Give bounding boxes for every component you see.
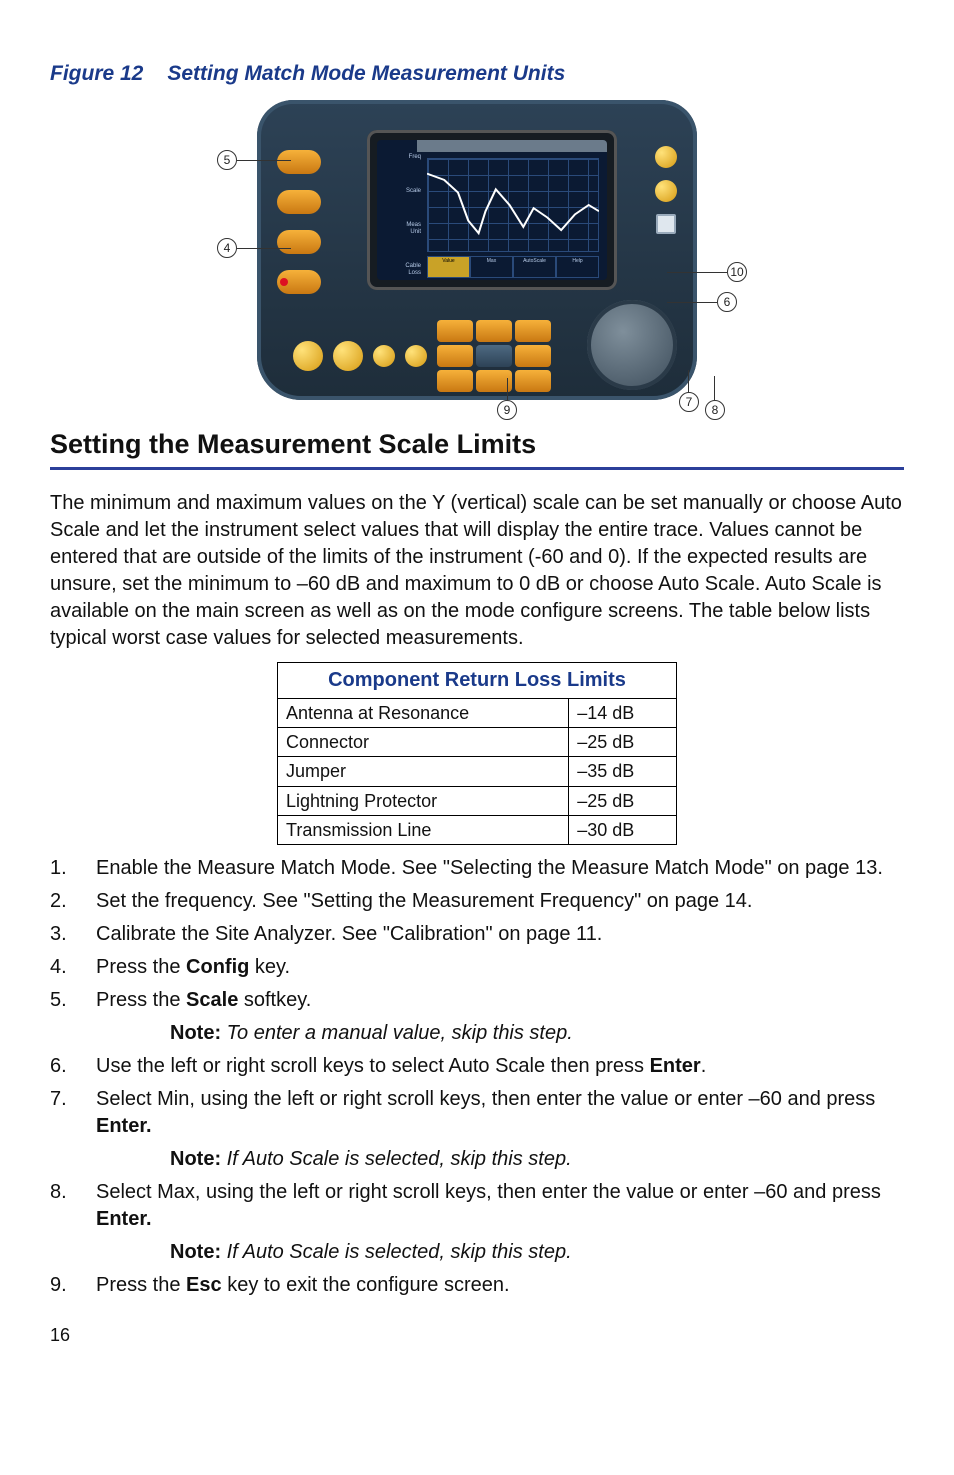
table-row: Lightning Protector–25 dB	[278, 786, 677, 815]
step-1: Enable the Measure Match Mode. See "Sele…	[50, 855, 904, 882]
callout-5: 5	[217, 150, 237, 170]
note-1: Note: To enter a manual value, skip this…	[170, 1020, 904, 1047]
callout-8: 8	[705, 400, 725, 420]
note-text: If Auto Scale is selected, skip this ste…	[227, 1241, 572, 1263]
softkey-4	[277, 270, 321, 294]
note-3: Note: If Auto Scale is selected, skip th…	[170, 1239, 904, 1266]
round-key-2	[333, 341, 363, 371]
callout-4: 4	[217, 238, 237, 258]
step-4: Press the Config key.	[50, 954, 904, 981]
round-key-3	[373, 345, 395, 367]
step-5: Press the Scale softkey.	[50, 987, 904, 1014]
figure-caption: Figure 12 Setting Match Mode Measurement …	[50, 60, 904, 88]
figure-title: Setting Match Mode Measurement Units	[167, 62, 565, 85]
callout-6: 6	[717, 292, 737, 312]
page-number: 16	[50, 1323, 904, 1347]
device-illustration: Freq Scale MeasUnit CableLoss Value Max …	[50, 100, 904, 420]
dpad	[437, 320, 551, 392]
callout-9: 9	[497, 400, 517, 420]
note-label: Note:	[170, 1148, 221, 1170]
steps-list-2: Use the left or right scroll keys to sel…	[50, 1053, 904, 1140]
table-row: Antenna at Resonance–14 dB	[278, 698, 677, 727]
step-3: Calibrate the Site Analyzer. See "Calibr…	[50, 921, 904, 948]
round-key-4	[405, 345, 427, 367]
limits-table: Component Return Loss Limits Antenna at …	[277, 662, 677, 845]
note-label: Note:	[170, 1241, 221, 1263]
note-2: Note: If Auto Scale is selected, skip th…	[170, 1146, 904, 1173]
step-9: Press the Esc key to exit the configure …	[50, 1272, 904, 1299]
callout-7: 7	[679, 392, 699, 412]
steps-list-4: Press the Esc key to exit the configure …	[50, 1272, 904, 1299]
step-8: Select Max, using the left or right scro…	[50, 1179, 904, 1233]
section-heading: Setting the Measurement Scale Limits	[50, 426, 904, 469]
softkey-1	[277, 150, 321, 174]
table-row: Connector–25 dB	[278, 728, 677, 757]
note-text: To enter a manual value, skip this step.	[227, 1022, 573, 1044]
steps-list: Enable the Measure Match Mode. See "Sele…	[50, 855, 904, 1014]
note-text: If Auto Scale is selected, skip this ste…	[227, 1148, 572, 1170]
callout-10: 10	[727, 262, 747, 282]
dial-knob	[587, 300, 677, 390]
softkey-2	[277, 190, 321, 214]
toggle-down	[655, 180, 677, 202]
table-title: Component Return Loss Limits	[278, 662, 677, 698]
toggle-up	[655, 146, 677, 168]
round-key-1	[293, 341, 323, 371]
step-6: Use the left or right scroll keys to sel…	[50, 1053, 904, 1080]
disk-icon	[656, 214, 676, 234]
step-7: Select Min, using the left or right scro…	[50, 1086, 904, 1140]
steps-list-3: Select Max, using the left or right scro…	[50, 1179, 904, 1233]
softkey-3	[277, 230, 321, 254]
step-2: Set the frequency. See "Setting the Meas…	[50, 888, 904, 915]
note-label: Note:	[170, 1022, 221, 1044]
figure-label: Figure 12	[50, 62, 143, 85]
table-row: Transmission Line–30 dB	[278, 815, 677, 844]
table-row: Jumper–35 dB	[278, 757, 677, 786]
intro-paragraph: The minimum and maximum values on the Y …	[50, 490, 904, 652]
